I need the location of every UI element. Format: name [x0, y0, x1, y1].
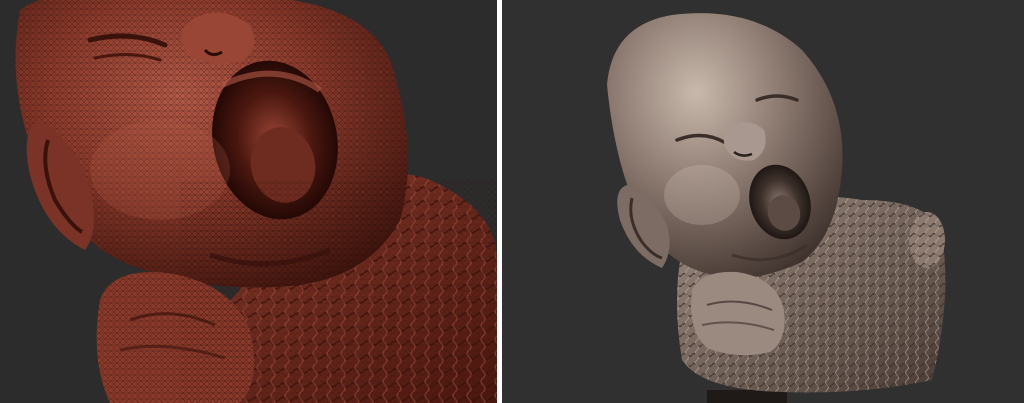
smooth-sculpt-render	[607, 13, 946, 403]
wireframe-sculpt-render	[15, 0, 497, 403]
viewport-comparison	[0, 0, 1024, 403]
wireframe-viewport	[0, 0, 497, 403]
smooth-viewport	[502, 0, 1024, 403]
